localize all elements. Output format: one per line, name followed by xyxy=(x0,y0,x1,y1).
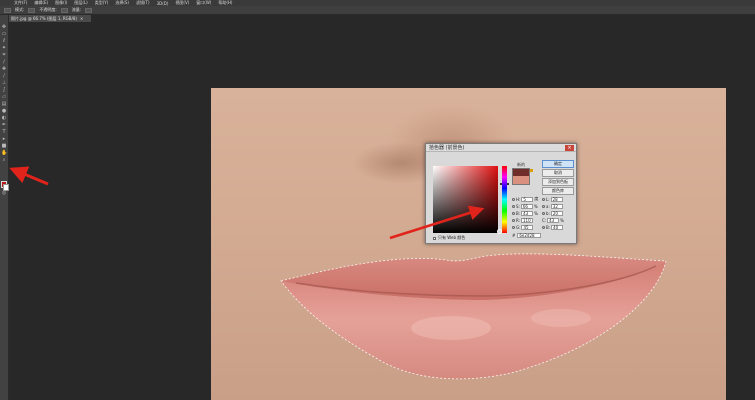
menu-3d[interactable]: 3D(D) xyxy=(157,1,169,6)
eyedropper-icon[interactable]: ∕ xyxy=(1,60,7,65)
saturation-unit: % xyxy=(533,203,538,209)
blue-label: B: xyxy=(546,224,551,230)
document-tab-label: 照片.jpg @ 66.7% (图层 1, RGB/8) xyxy=(11,15,77,21)
lab-l-input[interactable]: 28 xyxy=(550,196,563,202)
move-icon[interactable]: ✥ xyxy=(1,25,7,30)
flow-label: 流量: xyxy=(71,7,82,12)
saturation-field-row: S: 66 % xyxy=(512,203,538,209)
lab-b-input[interactable]: 20 xyxy=(550,210,563,216)
lasso-icon[interactable]: ℓ xyxy=(1,39,7,44)
brightness-radio[interactable] xyxy=(512,211,515,215)
green-input[interactable]: 45 xyxy=(521,224,534,230)
document-tab[interactable]: 照片.jpg @ 66.7% (图层 1, RGB/8) × xyxy=(7,15,92,22)
document-canvas[interactable] xyxy=(211,88,726,400)
zoom-icon[interactable]: ⌕ xyxy=(1,158,7,163)
saturation-label: S: xyxy=(516,203,520,209)
cyan-field-row: C: 43 % xyxy=(542,217,564,223)
type-icon[interactable]: T xyxy=(1,130,7,135)
dodge-icon[interactable]: ◐ xyxy=(1,116,7,121)
lab-a-field-row: a: 32 xyxy=(542,203,563,209)
close-icon[interactable]: × xyxy=(565,145,574,151)
warning-icon[interactable] xyxy=(530,169,533,172)
path-select-icon[interactable]: ▸ xyxy=(1,137,7,142)
lab-b-label: b: xyxy=(546,210,550,216)
quick-mask-icon[interactable]: ◎ xyxy=(1,191,7,196)
web-colors-row: 只有 Web 颜色 xyxy=(433,235,465,241)
shape-icon[interactable]: ■ xyxy=(1,144,7,149)
toolbox: ✥ ▭ ℓ ✦ ⌗ ∕ ✚ ∕ ⊥ ∫ ▱ ▤ ● ◐ ✒ T ▸ ■ ✋ ⌕ … xyxy=(0,15,9,400)
red-radio[interactable] xyxy=(512,218,515,222)
cyan-unit: % xyxy=(560,217,564,223)
blur-icon[interactable]: ● xyxy=(1,109,7,114)
blue-input[interactable]: 40 xyxy=(551,224,564,230)
close-icon[interactable]: × xyxy=(80,16,83,21)
hue-slider-handle[interactable] xyxy=(500,183,509,185)
magic-wand-icon[interactable]: ✦ xyxy=(1,46,7,51)
flow-input[interactable] xyxy=(85,7,93,13)
tool-preset-button[interactable] xyxy=(4,7,11,13)
red-label: R: xyxy=(516,217,521,223)
green-label: G: xyxy=(516,224,521,230)
hue-field-row: H: 5 度 xyxy=(512,196,538,202)
hue-radio[interactable] xyxy=(512,197,515,201)
gradient-icon[interactable]: ▤ xyxy=(1,102,7,107)
hex-row: # 6e2d28 xyxy=(512,233,542,238)
saturation-radio[interactable] xyxy=(512,204,515,208)
cancel-button[interactable]: 取消 xyxy=(542,169,574,177)
lab-l-radio[interactable] xyxy=(542,197,545,201)
history-brush-icon[interactable]: ∫ xyxy=(1,88,7,93)
brightness-input[interactable]: 43 xyxy=(521,210,534,216)
lab-l-field-row: L: 28 xyxy=(542,196,563,202)
crop-icon[interactable]: ⌗ xyxy=(1,53,7,58)
saturation-input[interactable]: 66 xyxy=(520,203,533,209)
mode-select[interactable] xyxy=(28,7,36,13)
green-field-row: G: 45 xyxy=(512,224,534,230)
lab-a-label: a: xyxy=(546,203,550,209)
cyan-label: C: xyxy=(542,217,547,223)
brightness-field-row: B: 43 % xyxy=(512,210,538,216)
stamp-icon[interactable]: ⊥ xyxy=(1,81,7,86)
mode-label: 模式: xyxy=(15,7,25,12)
color-picker-dialog: 拾色器 (前景色) × 新的 确定 取消 添加到色板 颜色库 H: 5 度 S:… xyxy=(425,143,577,244)
dialog-title: 拾色器 (前景色) xyxy=(426,144,576,152)
blue-radio[interactable] xyxy=(542,225,545,229)
lab-b-field-row: b: 20 xyxy=(542,210,563,216)
blue-field-row: B: 40 xyxy=(542,224,564,230)
hue-input[interactable]: 5 xyxy=(521,196,534,202)
hue-label: H: xyxy=(516,196,521,202)
web-colors-checkbox[interactable] xyxy=(433,236,436,240)
hex-label: # xyxy=(512,233,516,238)
brush-icon[interactable]: ∕ xyxy=(1,74,7,79)
healing-icon[interactable]: ✚ xyxy=(1,67,7,72)
brightness-label: B: xyxy=(516,210,521,216)
green-radio[interactable] xyxy=(512,225,515,229)
color-libraries-button[interactable]: 颜色库 xyxy=(542,187,574,195)
ok-button[interactable]: 确定 xyxy=(542,160,574,168)
web-colors-label: 只有 Web 颜色 xyxy=(438,235,466,240)
lab-a-input[interactable]: 32 xyxy=(550,203,563,209)
hand-icon[interactable]: ✋ xyxy=(1,151,7,156)
brightness-unit: % xyxy=(534,210,538,216)
lab-a-radio[interactable] xyxy=(542,204,545,208)
cyan-input[interactable]: 43 xyxy=(547,217,560,223)
current-color-preview[interactable] xyxy=(512,176,530,185)
lab-b-radio[interactable] xyxy=(542,211,545,215)
options-bar: 模式: 不透明度: 流量: xyxy=(0,6,755,15)
marquee-icon[interactable]: ▭ xyxy=(1,32,7,37)
saturation-brightness-field[interactable] xyxy=(433,166,502,234)
red-input[interactable]: 110 xyxy=(521,217,534,223)
opacity-input[interactable] xyxy=(60,7,68,13)
lab-l-label: L: xyxy=(546,196,550,202)
hex-input[interactable]: 6e2d28 xyxy=(517,233,542,238)
red-field-row: R: 110 xyxy=(512,217,534,223)
hue-unit: 度 xyxy=(534,196,539,201)
lips-photo xyxy=(280,253,667,380)
eraser-icon[interactable]: ▱ xyxy=(1,95,7,100)
hue-slider[interactable] xyxy=(502,166,507,233)
opacity-label: 不透明度: xyxy=(39,7,57,12)
pen-icon[interactable]: ✒ xyxy=(1,123,7,128)
arrow-to-foreground-swatch xyxy=(9,166,49,186)
add-to-swatches-button[interactable]: 添加到色板 xyxy=(542,178,574,186)
